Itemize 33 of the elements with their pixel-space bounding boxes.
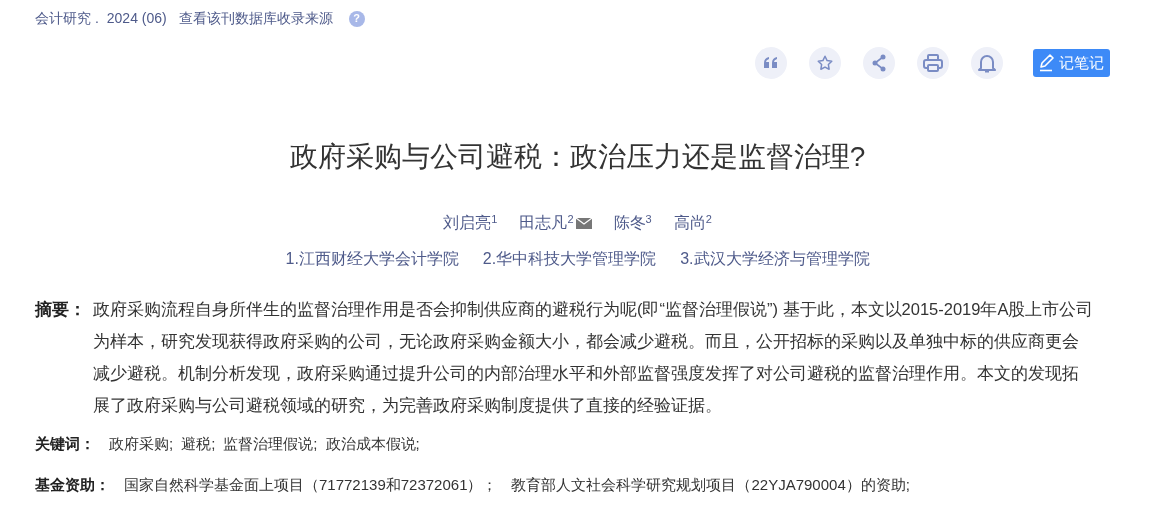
article-title: 政府采购与公司避税：政治压力还是监督治理? — [288, 140, 867, 174]
author-link[interactable]: 陈冬$^{3}$ — [613, 211, 652, 235]
funding-text: 教育部人文社会科学研究规划项目（22YJA790004）的资助; — [511, 474, 910, 495]
keyword-link[interactable]: 政治成本假说; — [325, 433, 420, 456]
keyword-link[interactable]: 政府采购; — [109, 433, 174, 456]
bell-icon — [978, 53, 996, 73]
quote-button[interactable] — [755, 47, 787, 79]
mail-icon[interactable] — [575, 217, 592, 229]
affiliation-link[interactable]: 3.武汉大学经济与管理学院 — [680, 247, 870, 271]
journal-name[interactable]: 会计研究 . — [35, 8, 99, 29]
quote-icon — [763, 57, 779, 69]
keywords-label: 关键词： — [35, 434, 95, 454]
author-link[interactable]: 田志凡$^{2}$ — [519, 211, 574, 235]
author-link[interactable]: 高尚$^{2}$ — [673, 211, 712, 235]
abstract-label: 摘要： — [35, 299, 87, 320]
share-button[interactable] — [863, 47, 895, 79]
print-button[interactable] — [917, 47, 949, 79]
share-icon — [871, 54, 887, 72]
star-button[interactable] — [809, 47, 841, 79]
funding-text: 国家自然科学基金面上项目（71772139和72372061）； — [124, 474, 498, 495]
author-link[interactable]: 刘启亮$^{1}$ — [443, 211, 498, 235]
abstract-text: 政府采购流程自身所伴生的监督治理作用是否会抑制供应商的避税行为呢(即“监督治理假说”) 基于此，本文以2015-2019年A股上市公司为样本，研究发现获得政府采购的公司，无论政府采购金额大小，都会减少避税。而且，公开招标的采购以及单独中标的供应商更会减少避税。机制分析发现，政府采购通过提升公司的内部治理水平和外部监督强度发挥了对公司避税的监督治理作用。本文的发现拓展了政府采购与公司避税领域的研究，为完善政府采购制度提供了直接的经验证据。 — [93, 299, 1095, 416]
pencil-icon — [1039, 54, 1055, 72]
affiliation-link[interactable]: 1.江西财经大学会计学院 — [285, 247, 459, 271]
bell-button[interactable] — [971, 47, 1003, 79]
printer-icon — [923, 54, 943, 72]
issue-text: 2024 (06) — [106, 9, 167, 28]
source-link[interactable]: 查看该刊数据库收录来源 — [178, 8, 333, 29]
keyword-link[interactable]: 避税; — [181, 433, 216, 456]
affiliation-link[interactable]: 2.华中科技大学管理学院 — [482, 247, 657, 271]
keyword-link[interactable]: 监督治理假说; — [223, 433, 318, 456]
star-icon — [816, 54, 834, 72]
funding-label: 基金资助： — [35, 474, 110, 495]
